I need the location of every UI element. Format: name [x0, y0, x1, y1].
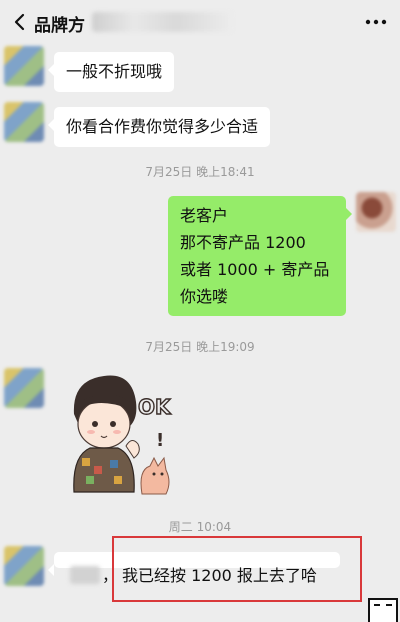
ellipsis-icon[interactable]	[364, 14, 388, 30]
keyboard-icon[interactable]	[368, 598, 398, 622]
chat-header: 品牌方	[0, 0, 400, 44]
message-bubble[interactable]: 一般不折现哦	[47, 52, 175, 92]
svg-text:!: !	[156, 430, 164, 451]
message-line: 你选喽	[180, 287, 229, 306]
message-text: 你看合作费你觉得多少合适	[66, 117, 259, 136]
message-text: 一般不折现哦	[66, 62, 163, 81]
message-bubble[interactable]: 老客户 那不寄产品 1200 或者 1000 + 寄产品 你选喽	[168, 196, 352, 316]
highlight-box	[112, 536, 362, 602]
ok-boy-sticker[interactable]: OK !	[58, 366, 178, 496]
avatar[interactable]	[4, 102, 44, 142]
blurred-name	[70, 566, 100, 584]
message-line: 或者 1000 + 寄产品	[180, 260, 330, 279]
avatar[interactable]	[4, 46, 44, 86]
avatar[interactable]	[4, 368, 44, 408]
sticker-ok-text: OK	[138, 395, 172, 419]
timestamp: 7月25日 晚上18:41	[145, 165, 255, 179]
chat-title: 品牌方	[34, 16, 85, 36]
message-bubble[interactable]: 你看合作费你觉得多少合适	[47, 107, 271, 147]
timestamp: 7月25日 晚上19:09	[145, 340, 255, 354]
blurred-title-suffix	[92, 12, 232, 32]
avatar[interactable]	[4, 546, 44, 586]
timestamp: 周二 10:04	[168, 520, 232, 534]
message-line: 老客户	[180, 206, 229, 225]
message-line: 那不寄产品 1200	[180, 233, 306, 252]
avatar[interactable]	[356, 192, 396, 232]
chevron-left-icon[interactable]	[10, 12, 30, 32]
